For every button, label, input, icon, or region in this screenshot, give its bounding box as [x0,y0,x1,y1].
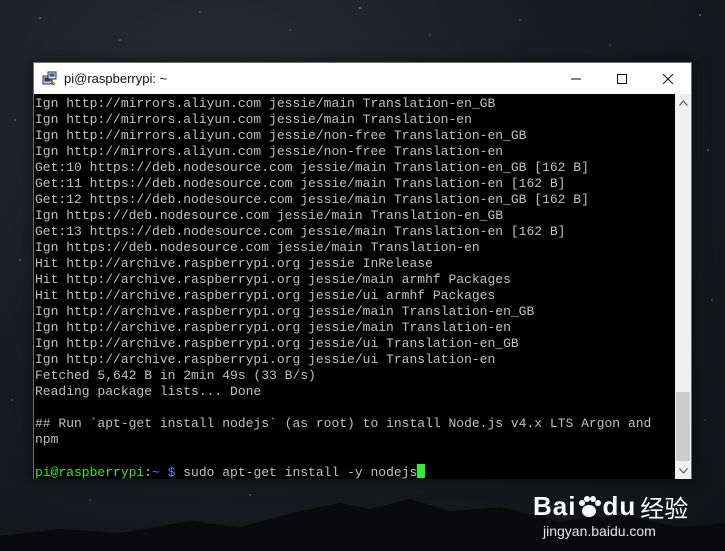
terminal-line: Ign http://archive.raspberrypi.org jessi… [35,320,511,335]
watermark-logo-text: Bai [533,491,577,521]
terminal-line: Hit http://archive.raspberrypi.org jessi… [35,272,511,287]
terminal-line: Ign http://mirrors.aliyun.com jessie/mai… [35,112,472,127]
chevron-down-icon [678,467,688,474]
prompt-path: ~ $ [152,465,176,479]
terminal-lines: Ign http://mirrors.aliyun.com jessie/mai… [34,94,676,479]
putty-terminal-window: pi@raspberrypi: ~ Ign http://mirrors.ali… [33,62,692,479]
maximize-button[interactable] [599,63,645,94]
prompt-separator: : [144,465,153,479]
terminal-line: Get:11 https://deb.nodesource.com jessie… [35,176,566,191]
terminal-line: Get:12 https://deb.nodesource.com jessie… [35,192,589,207]
close-icon [663,73,673,84]
minimize-button[interactable] [553,63,599,94]
terminal-line: Ign http://archive.raspberrypi.org jessi… [35,352,496,367]
prompt-user-host: pi@raspberrypi [35,465,145,479]
terminal-line: Ign http://mirrors.aliyun.com jessie/non… [35,144,504,159]
terminal-output[interactable]: Ign http://mirrors.aliyun.com jessie/mai… [34,94,676,479]
watermark-url: jingyan.baidu.com [543,523,656,539]
terminal-line: Ign http://archive.raspberrypi.org jessi… [35,304,535,319]
scroll-down-button[interactable] [675,462,691,479]
terminal-line: Get:10 https://deb.nodesource.com jessie… [35,160,589,175]
text-cursor [417,464,426,478]
watermark-logo-text-2: du [602,491,637,521]
terminal-line: Ign http://archive.raspberrypi.org jessi… [35,336,519,351]
scroll-up-button[interactable] [675,94,691,111]
terminal-line: npm [35,432,59,447]
terminal-line: Ign https://deb.nodesource.com jessie/ma… [35,240,480,255]
terminal-line: Hit http://archive.raspberrypi.org jessi… [35,256,433,271]
terminal-line: ## Run `apt-get install nodejs` (as root… [35,416,652,431]
putty-icon [42,71,58,87]
terminal-line: Reading package lists... Done [35,384,262,399]
terminal-line: Ign https://deb.nodesource.com jessie/ma… [35,208,504,223]
vertical-scrollbar[interactable] [675,94,691,479]
terminal-line: Get:13 https://deb.nodesource.com jessie… [35,224,566,239]
window-title: pi@raspberrypi: ~ [64,71,168,86]
command-prompt-line[interactable]: pi@raspberrypi:~ $ sudo apt-get install … [35,464,676,479]
maximize-icon [617,73,627,84]
terminal-line: Hit http://archive.raspberrypi.org jessi… [35,288,496,303]
watermark-logo: Bai du 经验 [533,489,688,524]
chevron-up-icon [678,99,688,106]
minimize-icon [571,78,581,79]
paw-icon [579,495,602,517]
terminal-line: Ign http://mirrors.aliyun.com jessie/non… [35,128,527,143]
window-controls [553,63,691,94]
close-button[interactable] [645,63,691,94]
terminal-line: Fetched 5,642 B in 2min 49s (33 B/s) [35,368,316,383]
title-bar[interactable]: pi@raspberrypi: ~ [34,63,691,94]
terminal-line: Ign http://mirrors.aliyun.com jessie/mai… [35,96,496,111]
baidu-jingyan-watermark: Bai du 经验 jingyan.baidu.com [533,489,703,539]
scrollbar-thumb[interactable] [676,392,690,461]
watermark-jingyan-text: 经验 [640,495,689,523]
typed-command: sudo apt-get install -y nodejs [175,465,418,479]
